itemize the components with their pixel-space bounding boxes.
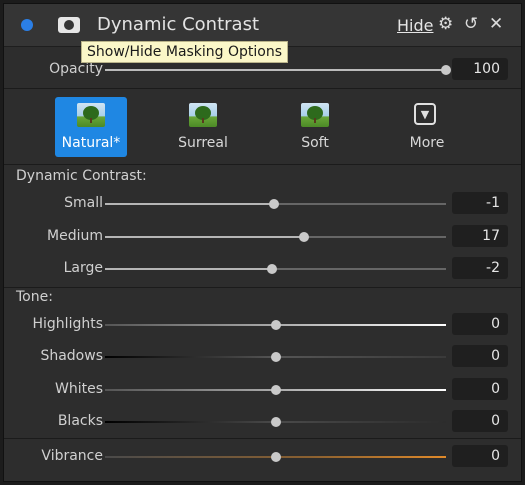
medium-slider-knob[interactable] <box>299 232 310 242</box>
whites-slider-knob[interactable] <box>270 385 281 395</box>
blacks-slider-knob[interactable] <box>270 417 281 427</box>
preset-natural[interactable]: Natural* <box>55 97 127 157</box>
slider-label: Shadows <box>40 348 103 364</box>
dynamic-contrast-section-label: Dynamic Contrast: <box>16 168 147 184</box>
blacks-value[interactable]: 0 <box>452 410 508 432</box>
slider-row-large: Large -2 <box>4 257 521 281</box>
tree-thumbnail-icon <box>77 103 105 127</box>
medium-value[interactable]: 17 <box>452 225 508 247</box>
slider-row-shadows: Shadows 0 <box>4 345 521 369</box>
masking-tooltip: Show/Hide Masking Options <box>81 41 289 63</box>
hide-link[interactable]: Hide <box>397 16 433 35</box>
active-dot-icon[interactable] <box>21 19 33 31</box>
slider-fill <box>105 203 274 205</box>
opacity-slider[interactable] <box>105 65 451 75</box>
mask-toggle-icon[interactable] <box>58 17 80 33</box>
tree-thumbnail-icon <box>189 103 217 127</box>
divider <box>4 164 521 165</box>
chevron-down-icon: ▼ <box>414 103 436 125</box>
slider-row-vibrance: Vibrance 0 <box>4 445 521 469</box>
gear-icon[interactable]: ⚙ <box>438 13 453 35</box>
dynamic-contrast-panel: Dynamic Contrast Hide ⚙ ↺ ✕ Show/Hide Ma… <box>3 3 522 482</box>
divider <box>4 438 521 439</box>
opacity-value[interactable]: 100 <box>452 58 508 80</box>
slider-row-blacks: Blacks 0 <box>4 410 521 434</box>
opacity-label: Opacity <box>49 61 103 77</box>
highlights-slider[interactable] <box>105 320 446 330</box>
small-value[interactable]: -1 <box>452 192 508 214</box>
tone-section-label: Tone: <box>16 289 53 305</box>
vibrance-value[interactable]: 0 <box>452 445 508 467</box>
preset-label: More <box>409 135 445 151</box>
large-slider[interactable] <box>105 264 446 274</box>
preset-label: Surreal <box>178 135 228 151</box>
shadows-slider-knob[interactable] <box>270 352 281 362</box>
whites-value[interactable]: 0 <box>452 378 508 400</box>
slider-row-medium: Medium 17 <box>4 225 521 249</box>
slider-row-whites: Whites 0 <box>4 378 521 402</box>
small-slider-knob[interactable] <box>268 199 279 209</box>
slider-label: Medium <box>47 228 103 244</box>
small-slider[interactable] <box>105 199 446 209</box>
vibrance-slider-knob[interactable] <box>270 452 281 462</box>
slider-label: Large <box>63 260 103 276</box>
preset-label: Natural* <box>61 135 121 151</box>
vibrance-slider[interactable] <box>105 452 446 462</box>
highlights-slider-knob[interactable] <box>270 320 281 330</box>
slider-label: Highlights <box>32 316 104 332</box>
preset-surreal[interactable]: Surreal <box>167 97 239 157</box>
panel-title: Dynamic Contrast <box>97 14 260 35</box>
preset-more[interactable]: ▼ More <box>391 97 463 157</box>
opacity-slider-knob[interactable] <box>441 65 451 75</box>
blacks-slider[interactable] <box>105 417 446 427</box>
tree-thumbnail-icon <box>301 103 329 127</box>
reset-icon[interactable]: ↺ <box>464 13 478 35</box>
large-slider-knob[interactable] <box>267 264 278 274</box>
shadows-value[interactable]: 0 <box>452 345 508 367</box>
slider-row-highlights: Highlights 0 <box>4 313 521 337</box>
slider-label: Whites <box>54 381 103 397</box>
whites-slider[interactable] <box>105 385 446 395</box>
slider-fill <box>105 268 273 270</box>
divider <box>4 88 521 89</box>
slider-fill <box>105 236 305 238</box>
shadows-slider[interactable] <box>105 352 446 362</box>
slider-label: Blacks <box>57 413 103 429</box>
highlights-value[interactable]: 0 <box>452 313 508 335</box>
slider-row-small: Small -1 <box>4 192 521 216</box>
slider-label: Small <box>64 195 103 211</box>
preset-label: Soft <box>301 135 329 151</box>
medium-slider[interactable] <box>105 232 446 242</box>
slider-label: Vibrance <box>41 448 103 464</box>
large-value[interactable]: -2 <box>452 257 508 279</box>
close-icon[interactable]: ✕ <box>489 13 503 35</box>
divider <box>4 287 521 288</box>
preset-soft[interactable]: Soft <box>279 97 351 157</box>
